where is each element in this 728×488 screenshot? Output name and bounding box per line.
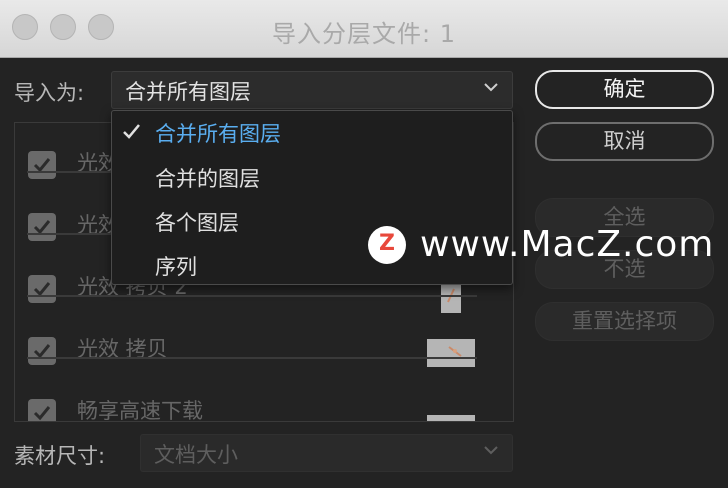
footage-size-value: 文档大小 [154, 443, 238, 467]
import-as-select[interactable]: 合并所有图层 [111, 71, 513, 109]
watermark-logo: Z [368, 226, 406, 264]
row-divider [27, 295, 477, 297]
row-divider [27, 357, 477, 359]
window-title: 导入分层文件: 1 [272, 20, 456, 48]
layer-label: 畅享高速下载 [77, 399, 203, 422]
layer-row[interactable]: 畅享高速下载 [15, 361, 513, 421]
layer-row[interactable]: 光效 拷贝 [15, 299, 513, 367]
cancel-button[interactable]: 取消 [535, 122, 714, 161]
reset-selection-button[interactable]: 重置选择项 [535, 302, 714, 341]
chevron-down-icon [484, 446, 498, 455]
menu-item-merge-all-layers[interactable]: 合并所有图层 [155, 118, 281, 148]
layer-checkbox[interactable] [28, 399, 56, 421]
menu-item-merged-layers[interactable]: 合并的图层 [155, 163, 260, 193]
chevron-down-icon [484, 83, 498, 92]
footage-size-label: 素材尺寸: [14, 444, 106, 468]
footage-size-select[interactable]: 文档大小 [140, 434, 513, 472]
menu-item-sequence[interactable]: 序列 [155, 251, 197, 281]
title-bar: 导入分层文件: 1 [0, 0, 728, 58]
import-as-label: 导入为: [14, 81, 85, 105]
ok-button[interactable]: 确定 [535, 70, 714, 109]
checkmark-icon [123, 124, 140, 139]
menu-item-individual-layers[interactable]: 各个图层 [155, 207, 239, 237]
import-as-value: 合并所有图层 [125, 80, 251, 104]
checkmark-icon [33, 406, 51, 421]
layer-thumbnail [427, 415, 475, 421]
watermark-text: www.MacZ.com [420, 224, 715, 265]
